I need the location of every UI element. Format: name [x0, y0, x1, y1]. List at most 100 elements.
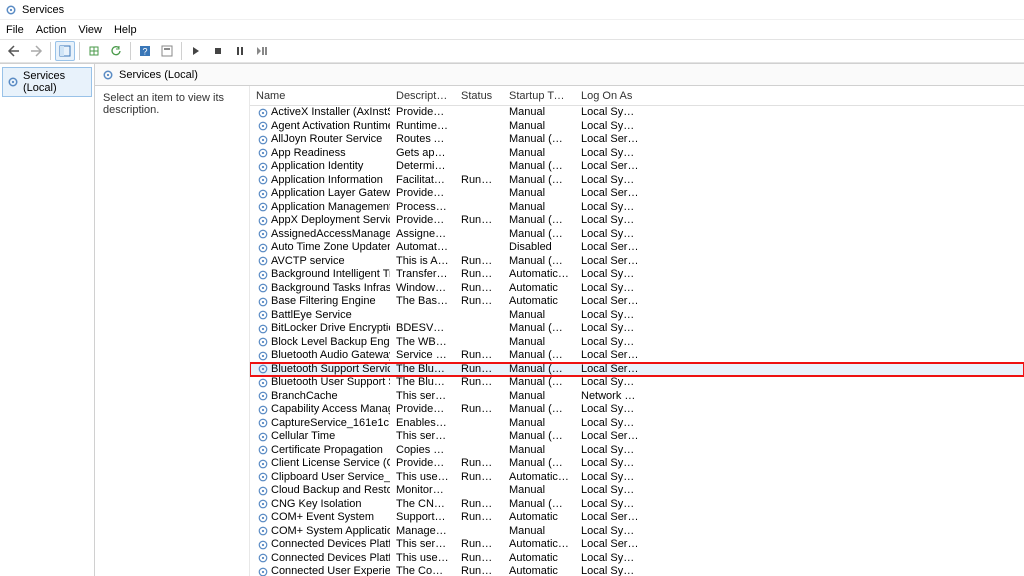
service-row[interactable]: Connected Devices Platfor...This service…: [250, 538, 1024, 552]
service-row[interactable]: BranchCacheThis service ...ManualNetwork…: [250, 390, 1024, 404]
service-row[interactable]: COM+ System ApplicationManages th...Manu…: [250, 525, 1024, 539]
service-row[interactable]: App ReadinessGets apps re...ManualLocal …: [250, 147, 1024, 161]
service-status: Running: [455, 214, 503, 227]
tree-item-services-local[interactable]: Services (Local): [2, 67, 92, 97]
service-row[interactable]: Client License Service (ClipS...Provides…: [250, 457, 1024, 471]
service-row[interactable]: AppX Deployment Service (...Provides inf…: [250, 214, 1024, 228]
service-log-on-as: Local Service: [575, 430, 645, 443]
service-status: Running: [455, 471, 503, 484]
service-startup-type: Manual: [503, 390, 575, 403]
service-startup-type: Automatic: [503, 552, 575, 565]
col-description[interactable]: Description: [390, 90, 455, 102]
service-row[interactable]: Bluetooth Support ServiceThe Bluetoo...R…: [250, 363, 1024, 377]
service-row[interactable]: ActiveX Installer (AxInstSV)Provides Us.…: [250, 106, 1024, 120]
service-row[interactable]: Bluetooth Audio Gateway S...Service sup.…: [250, 349, 1024, 363]
service-icon: [256, 268, 269, 281]
service-log-on-as: Local Service: [575, 160, 645, 173]
menu-action[interactable]: Action: [36, 24, 67, 36]
service-row[interactable]: Background Intelligent Tran...Transfers …: [250, 268, 1024, 282]
back-button[interactable]: [4, 41, 24, 61]
service-log-on-as: Local Service: [575, 363, 645, 376]
export-button[interactable]: [84, 41, 104, 61]
service-log-on-as: Local Syste...: [575, 552, 645, 565]
service-row[interactable]: Capability Access Manager ...Provides fa…: [250, 403, 1024, 417]
service-status: Running: [455, 255, 503, 268]
service-description: Routes AllJo...: [390, 133, 455, 146]
service-row[interactable]: Background Tasks Infrastruc...Windows in…: [250, 282, 1024, 296]
restart-service-button[interactable]: [252, 41, 272, 61]
gear-icon: [101, 68, 115, 82]
service-description: Copies user ...: [390, 444, 455, 457]
service-startup-type: Manual: [503, 187, 575, 200]
service-name: Application Layer Gateway ...: [271, 187, 390, 200]
service-row[interactable]: AllJoyn Router ServiceRoutes AllJo...Man…: [250, 133, 1024, 147]
service-log-on-as: Local Syste...: [575, 106, 645, 119]
service-row[interactable]: CaptureService_161e1cEnables opti...Manu…: [250, 417, 1024, 431]
service-status: Running: [455, 511, 503, 524]
service-startup-type: Manual (Trig...: [503, 498, 575, 511]
stop-service-button[interactable]: [208, 41, 228, 61]
service-startup-type: Manual (Trig...: [503, 214, 575, 227]
col-startup-type[interactable]: Startup Type: [503, 90, 575, 102]
service-name: Connected User Experience...: [271, 565, 390, 576]
refresh-button[interactable]: [106, 41, 126, 61]
service-row[interactable]: Clipboard User Service_161e...This user …: [250, 471, 1024, 485]
service-description: Processes in...: [390, 201, 455, 214]
col-status[interactable]: Status: [455, 90, 503, 102]
col-log-on-as[interactable]: Log On As: [575, 90, 645, 102]
service-startup-type: Automatic: [503, 282, 575, 295]
help-button[interactable]: ?: [135, 41, 155, 61]
service-icon: [256, 120, 269, 133]
properties-button[interactable]: [157, 41, 177, 61]
service-row[interactable]: Connected Devices Platfor...This user se…: [250, 552, 1024, 566]
menu-view[interactable]: View: [78, 24, 102, 36]
service-row[interactable]: Connected User Experience...The Connec..…: [250, 565, 1024, 576]
service-row[interactable]: Application ManagementProcesses in...Man…: [250, 201, 1024, 215]
service-description: The Bluetoo...: [390, 376, 455, 389]
service-row[interactable]: Cloud Backup and Restore ...Monitors th.…: [250, 484, 1024, 498]
forward-button[interactable]: [26, 41, 46, 61]
service-row[interactable]: BattlEye ServiceManualLocal Syste...: [250, 309, 1024, 323]
service-row[interactable]: CNG Key IsolationThe CNG ke...RunningMan…: [250, 498, 1024, 512]
service-startup-type: Manual: [503, 201, 575, 214]
menubar: File Action View Help: [0, 20, 1024, 39]
service-row[interactable]: Block Level Backup Engine ...The WBENG..…: [250, 336, 1024, 350]
service-description: AssignedAc...: [390, 228, 455, 241]
service-status: Running: [455, 498, 503, 511]
service-row[interactable]: COM+ Event SystemSupports Sy...RunningAu…: [250, 511, 1024, 525]
service-description: Gets apps re...: [390, 147, 455, 160]
service-log-on-as: Local Syste...: [575, 322, 645, 335]
pause-service-button[interactable]: [230, 41, 250, 61]
service-name: App Readiness: [271, 147, 346, 160]
service-row[interactable]: Cellular TimeThis service ...Manual (Tri…: [250, 430, 1024, 444]
service-log-on-as: Local Syste...: [575, 498, 645, 511]
service-startup-type: Manual: [503, 484, 575, 497]
services-list[interactable]: Name Description Status Startup Type Log…: [250, 86, 1024, 576]
service-description: This service ...: [390, 430, 455, 443]
service-row[interactable]: Auto Time Zone UpdaterAutomatica...Disab…: [250, 241, 1024, 255]
service-row[interactable]: BitLocker Drive Encryption ...BDESVC hos…: [250, 322, 1024, 336]
service-row[interactable]: AVCTP serviceThis is Audi...RunningManua…: [250, 255, 1024, 269]
service-description: Facilitates t...: [390, 174, 455, 187]
service-row[interactable]: Certificate PropagationCopies user ...Ma…: [250, 444, 1024, 458]
service-name: BattlEye Service: [271, 309, 352, 322]
menu-help[interactable]: Help: [114, 24, 137, 36]
service-icon: [256, 444, 269, 457]
show-hide-tree-button[interactable]: [55, 41, 75, 61]
content-pane: Services (Local) Select an item to view …: [95, 64, 1024, 576]
col-name[interactable]: Name: [250, 90, 390, 102]
service-name: Connected Devices Platfor...: [271, 538, 390, 551]
service-row[interactable]: AssignedAccessManager Se...AssignedAc...…: [250, 228, 1024, 242]
start-service-button[interactable]: [186, 41, 206, 61]
service-row[interactable]: Application Layer Gateway ...Provides su…: [250, 187, 1024, 201]
menu-file[interactable]: File: [6, 24, 24, 36]
service-row[interactable]: Agent Activation Runtime_...Runtime for.…: [250, 120, 1024, 134]
service-row[interactable]: Base Filtering EngineThe Base Fil...Runn…: [250, 295, 1024, 309]
service-row[interactable]: Application InformationFacilitates t...R…: [250, 174, 1024, 188]
service-startup-type: Automatic (...: [503, 538, 575, 551]
service-row[interactable]: Application IdentityDetermines ...Manual…: [250, 160, 1024, 174]
service-row[interactable]: Bluetooth User Support Ser...The Bluetoo…: [250, 376, 1024, 390]
service-log-on-as: Local Syste...: [575, 214, 645, 227]
service-log-on-as: Local Service: [575, 241, 645, 254]
service-startup-type: Automatic: [503, 511, 575, 524]
